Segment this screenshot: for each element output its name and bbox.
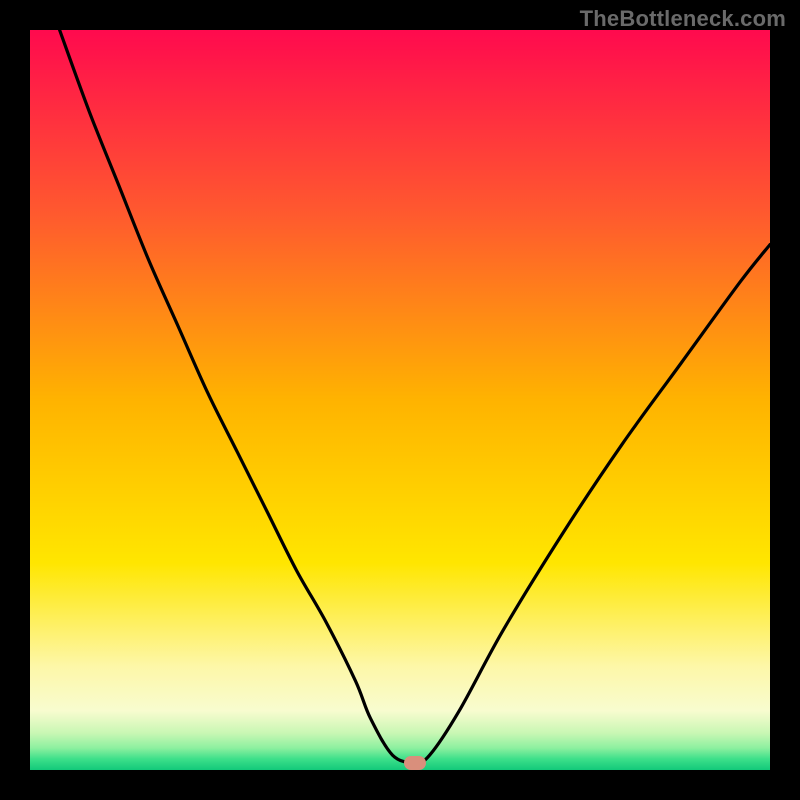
bottleneck-curve (30, 30, 770, 770)
optimal-point-marker (404, 756, 426, 770)
outer-frame: TheBottleneck.com (0, 0, 800, 800)
plot-area (30, 30, 770, 770)
attribution-text: TheBottleneck.com (580, 6, 786, 32)
